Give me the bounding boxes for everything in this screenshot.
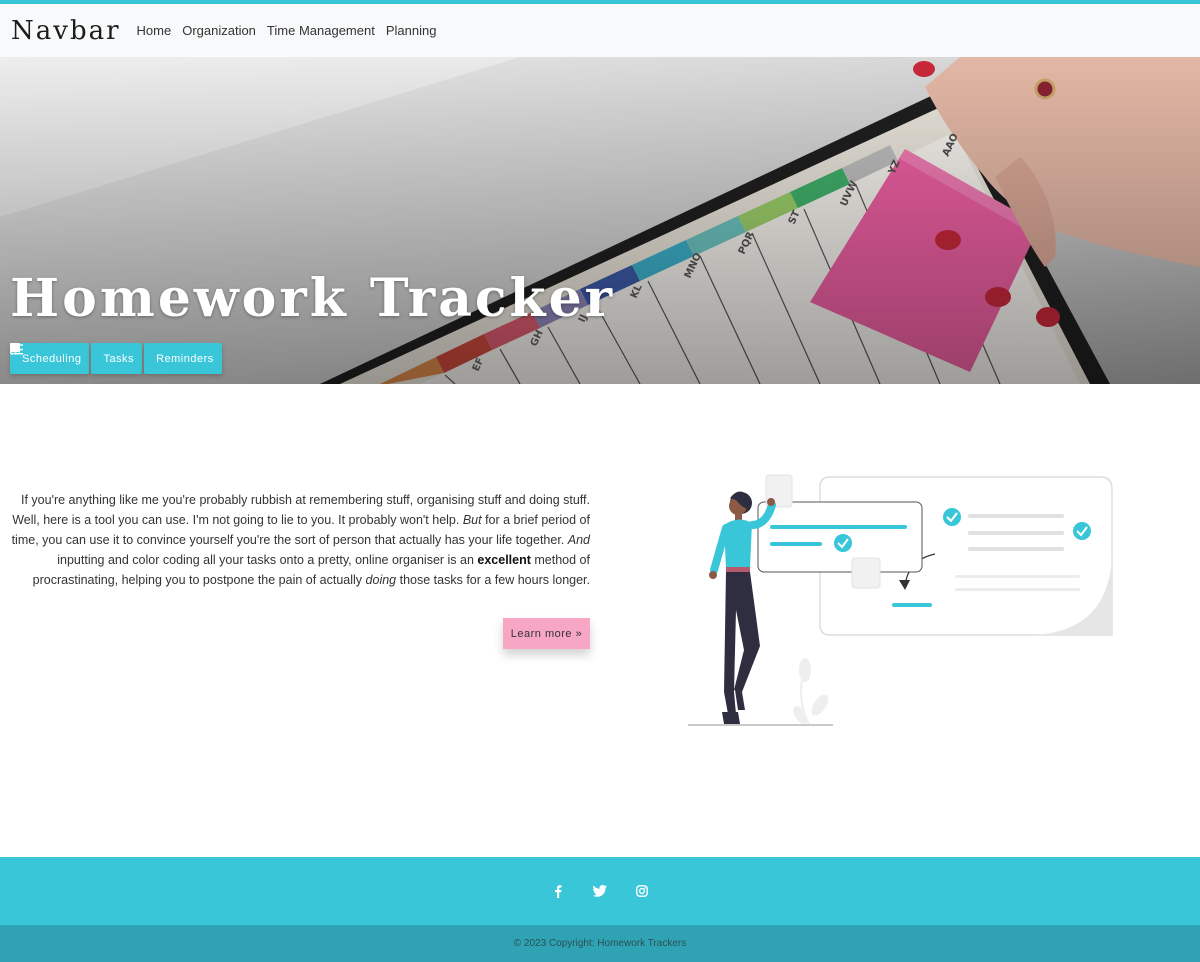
nav-link-home[interactable]: Home <box>137 23 172 38</box>
nav-link-time-management[interactable]: Time Management <box>267 23 375 38</box>
nav-link-organization[interactable]: Organization <box>182 23 256 38</box>
intro-text: those tasks for a few hours longer. <box>396 573 590 587</box>
copyright-bar: © 2023 Copyright: Homework Trackers <box>0 925 1200 962</box>
navbar: Navbar Home Organization Time Management… <box>0 4 1200 57</box>
reminders-button-label: Reminders <box>156 352 214 365</box>
tasks-button[interactable]: Tasks <box>10 343 143 374</box>
task-checklist-illustration <box>688 474 1113 727</box>
intro-strong: excellent <box>477 553 531 567</box>
instagram-icon[interactable] <box>635 884 649 898</box>
navbar-brand[interactable]: Navbar <box>11 16 121 46</box>
tasks-button-label: Tasks <box>103 352 135 365</box>
footer-social-bar <box>0 857 1200 925</box>
intro-paragraph: If you're anything like me you're probab… <box>10 490 590 590</box>
intro-emphasis: doing <box>365 573 397 587</box>
hero-background-image: EF GH IJ KL MNO PQR ST UVW YZ AAO <box>0 57 1200 384</box>
copyright-text: © 2023 Copyright: Homework Trackers <box>513 938 687 949</box>
intro-emphasis: And <box>567 533 590 547</box>
facebook-icon[interactable] <box>551 884 565 898</box>
twitter-icon[interactable] <box>593 884 607 898</box>
scheduling-button-label: Scheduling <box>22 352 82 365</box>
intro-text: inputting and color coding all your task… <box>57 553 478 567</box>
hero-title: Homework Tracker <box>10 268 616 329</box>
reminders-button[interactable]: Reminders <box>10 343 222 374</box>
hero-button-group: Scheduling Tasks Reminders <box>10 343 222 374</box>
hero-banner: EF GH IJ KL MNO PQR ST UVW YZ AAO Homewo… <box>0 57 1200 384</box>
learn-more-button[interactable]: Learn more » <box>503 618 590 649</box>
intro-emphasis: But <box>462 513 482 527</box>
nav-link-planning[interactable]: Planning <box>386 23 437 38</box>
